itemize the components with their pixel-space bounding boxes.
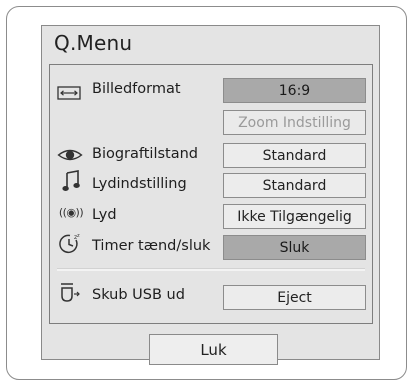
dialog-title: Q.Menu	[54, 31, 133, 55]
svg-text:z: z	[77, 233, 80, 239]
audio-value-button[interactable]: Ikke Tilgængelig	[223, 204, 366, 229]
eye-icon	[57, 147, 83, 163]
zoom-setting-button[interactable]: Zoom Indstilling	[223, 110, 366, 135]
usb-eject-icon	[58, 281, 82, 305]
aspect-ratio-icon	[57, 85, 81, 101]
aspect-ratio-label: Billedformat	[92, 81, 181, 97]
clock-timer-icon: z z	[58, 232, 82, 256]
audio-label: Lyd	[92, 207, 117, 223]
timer-label: Timer tænd/sluk	[92, 238, 211, 254]
menu-divider	[57, 268, 365, 271]
sound-setting-value-button[interactable]: Standard	[223, 173, 366, 198]
sound-setting-label: Lydindstilling	[92, 176, 187, 192]
audio-waves-icon: ((◉))	[58, 205, 84, 219]
close-button[interactable]: Luk	[149, 334, 278, 365]
aspect-ratio-value-button[interactable]: 16:9	[223, 78, 366, 103]
cinema-mode-label: Biograftilstand	[92, 146, 199, 162]
usb-eject-label: Skub USB ud	[92, 287, 185, 303]
music-note-icon	[62, 169, 80, 193]
timer-value-button[interactable]: Sluk	[223, 235, 366, 260]
eject-button[interactable]: Eject	[223, 285, 366, 310]
cinema-mode-value-button[interactable]: Standard	[223, 143, 366, 168]
